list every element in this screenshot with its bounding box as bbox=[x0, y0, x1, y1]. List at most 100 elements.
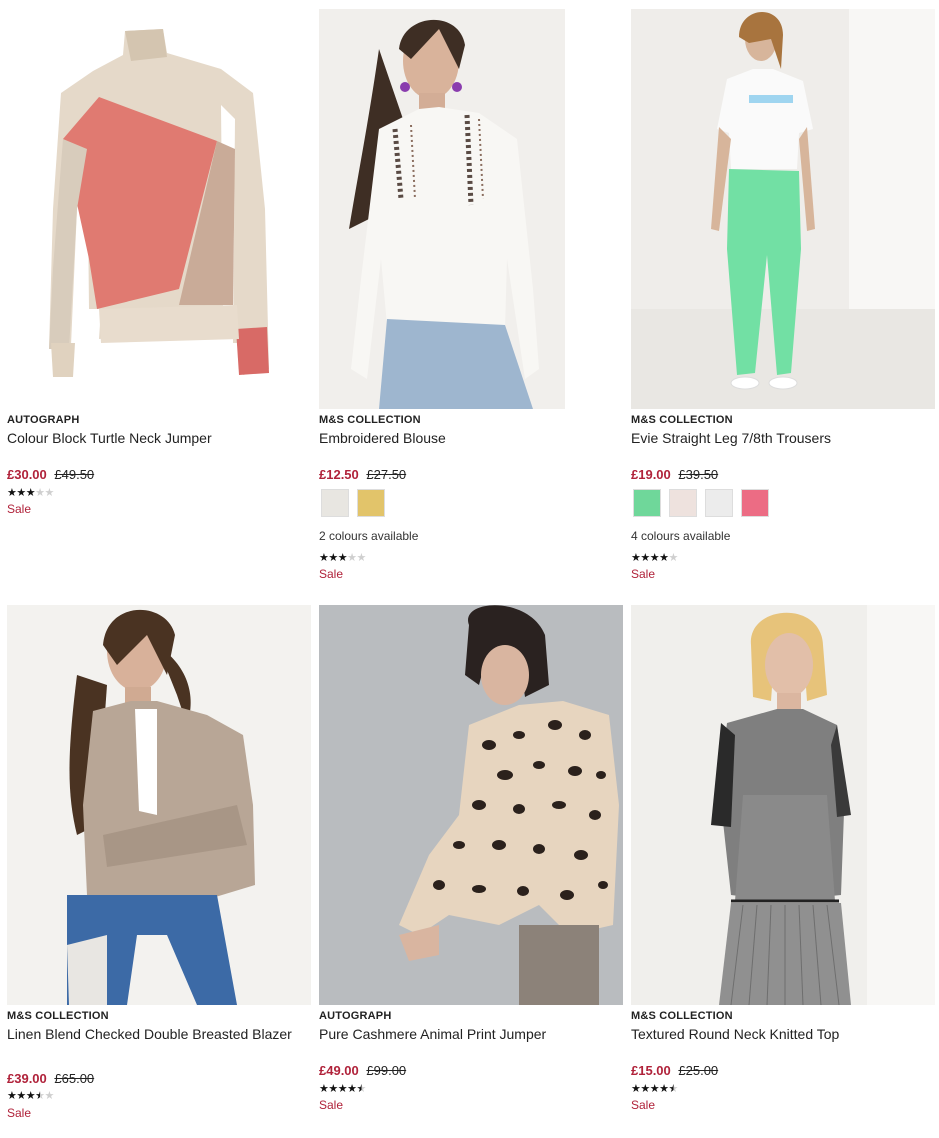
colour-swatch[interactable] bbox=[669, 489, 697, 517]
product-brand: AUTOGRAPH bbox=[7, 414, 80, 426]
checked-blazer-image bbox=[7, 605, 311, 1005]
star-half-icon: ★ bbox=[35, 1090, 45, 1102]
product-title[interactable]: Embroidered Blouse bbox=[319, 430, 619, 447]
price-was: £27.50 bbox=[366, 467, 407, 482]
star-filled-icon: ★ bbox=[631, 1083, 641, 1095]
product-card[interactable]: AUTOGRAPH Colour Block Turtle Neck Jumpe… bbox=[7, 9, 311, 529]
star-filled-icon: ★ bbox=[7, 487, 17, 499]
colours-available: 4 colours available bbox=[631, 529, 731, 543]
product-price: £49.00 £99.00 bbox=[319, 1063, 406, 1078]
sale-label: Sale bbox=[319, 567, 344, 581]
knitted-top-image bbox=[631, 605, 935, 1005]
price-now: £49.00 bbox=[319, 1063, 359, 1078]
colour-swatch[interactable] bbox=[705, 489, 733, 517]
star-half-icon: ★ bbox=[668, 1083, 679, 1095]
star-filled-icon: ★ bbox=[337, 552, 348, 564]
product-brand: M&S COLLECTION bbox=[631, 414, 733, 426]
rating-stars: ★★★★★ bbox=[7, 488, 54, 499]
price-now: £30.00 bbox=[7, 467, 47, 482]
colour-swatch[interactable] bbox=[633, 489, 661, 517]
colours-available: 2 colours available bbox=[319, 529, 419, 543]
star-filled-icon: ★ bbox=[319, 552, 329, 564]
star-filled-icon: ★ bbox=[640, 1083, 650, 1095]
star-filled-icon: ★ bbox=[16, 487, 26, 499]
sale-label: Sale bbox=[7, 502, 32, 516]
star-filled-icon: ★ bbox=[631, 552, 641, 564]
product-image[interactable] bbox=[631, 605, 935, 1005]
product-brand: AUTOGRAPH bbox=[319, 1010, 392, 1022]
price-was: £99.00 bbox=[366, 1063, 407, 1078]
colour-swatches bbox=[633, 489, 777, 519]
product-price: £12.50 £27.50 bbox=[319, 467, 406, 482]
colour-block-jumper-image bbox=[7, 9, 311, 409]
colour-swatch[interactable] bbox=[321, 489, 349, 517]
product-image[interactable] bbox=[319, 9, 623, 409]
product-price: £15.00 £25.00 bbox=[631, 1063, 718, 1078]
star-filled-icon: ★ bbox=[16, 1090, 26, 1102]
star-empty-icon: ★ bbox=[44, 487, 55, 499]
star-filled-icon: ★ bbox=[337, 1083, 348, 1095]
rating-stars: ★★★★★ bbox=[319, 1084, 366, 1095]
star-filled-icon: ★ bbox=[649, 552, 660, 564]
rating-stars: ★★★★★ bbox=[319, 553, 366, 564]
rating-stars: ★★★★★ bbox=[631, 1084, 678, 1095]
product-price: £30.00 £49.50 bbox=[7, 467, 94, 482]
product-card[interactable]: M&S COLLECTION Evie Straight Leg 7/8th T… bbox=[631, 9, 935, 589]
star-filled-icon: ★ bbox=[659, 1083, 669, 1095]
colour-swatch[interactable] bbox=[357, 489, 385, 517]
price-was: £39.50 bbox=[678, 467, 719, 482]
product-title[interactable]: Colour Block Turtle Neck Jumper bbox=[7, 430, 307, 447]
star-filled-icon: ★ bbox=[328, 552, 338, 564]
sale-label: Sale bbox=[7, 1106, 32, 1120]
star-empty-icon: ★ bbox=[347, 552, 357, 564]
product-card[interactable]: M&S COLLECTION Embroidered Blouse £12.50… bbox=[319, 9, 623, 589]
star-filled-icon: ★ bbox=[328, 1083, 338, 1095]
star-filled-icon: ★ bbox=[659, 552, 669, 564]
product-price: £19.00 £39.50 bbox=[631, 467, 718, 482]
sale-label: Sale bbox=[631, 567, 656, 581]
price-now: £19.00 bbox=[631, 467, 671, 482]
star-empty-icon: ★ bbox=[356, 552, 367, 564]
product-brand: M&S COLLECTION bbox=[631, 1010, 733, 1022]
star-filled-icon: ★ bbox=[25, 487, 36, 499]
embroidered-blouse-image bbox=[319, 9, 623, 409]
price-was: £25.00 bbox=[678, 1063, 719, 1078]
colour-swatch[interactable] bbox=[741, 489, 769, 517]
colour-swatches bbox=[321, 489, 393, 519]
product-brand: M&S COLLECTION bbox=[319, 414, 421, 426]
product-title[interactable]: Textured Round Neck Knitted Top bbox=[631, 1026, 931, 1043]
star-filled-icon: ★ bbox=[7, 1090, 17, 1102]
rating-stars: ★★★★★ bbox=[631, 553, 678, 564]
price-now: £39.00 bbox=[7, 1071, 47, 1086]
product-image[interactable] bbox=[631, 9, 935, 409]
product-price: £39.00 £65.00 bbox=[7, 1071, 94, 1086]
product-title[interactable]: Linen Blend Checked Double Breasted Blaz… bbox=[7, 1026, 307, 1043]
price-now: £12.50 bbox=[319, 467, 359, 482]
product-image[interactable] bbox=[7, 9, 311, 409]
product-title[interactable]: Pure Cashmere Animal Print Jumper bbox=[319, 1026, 619, 1043]
rating-stars: ★★★★★ bbox=[7, 1091, 54, 1102]
animal-print-jumper-image bbox=[319, 605, 623, 1005]
sale-label: Sale bbox=[319, 1098, 344, 1112]
star-filled-icon: ★ bbox=[649, 1083, 660, 1095]
price-was: £65.00 bbox=[54, 1071, 95, 1086]
product-card[interactable]: M&S COLLECTION Linen Blend Checked Doubl… bbox=[7, 605, 311, 1125]
product-image[interactable] bbox=[319, 605, 623, 1005]
star-filled-icon: ★ bbox=[25, 1090, 36, 1102]
star-half-icon: ★ bbox=[356, 1083, 367, 1095]
product-brand: M&S COLLECTION bbox=[7, 1010, 109, 1022]
product-title[interactable]: Evie Straight Leg 7/8th Trousers bbox=[631, 430, 931, 447]
star-filled-icon: ★ bbox=[319, 1083, 329, 1095]
star-filled-icon: ★ bbox=[347, 1083, 357, 1095]
star-empty-icon: ★ bbox=[668, 552, 679, 564]
green-trousers-image bbox=[631, 9, 935, 409]
product-card[interactable]: M&S COLLECTION Textured Round Neck Knitt… bbox=[631, 605, 935, 1125]
star-filled-icon: ★ bbox=[640, 552, 650, 564]
sale-label: Sale bbox=[631, 1098, 656, 1112]
price-now: £15.00 bbox=[631, 1063, 671, 1078]
product-image[interactable] bbox=[7, 605, 311, 1005]
price-was: £49.50 bbox=[54, 467, 95, 482]
star-empty-icon: ★ bbox=[35, 487, 45, 499]
star-empty-icon: ★ bbox=[44, 1090, 55, 1102]
product-card[interactable]: AUTOGRAPH Pure Cashmere Animal Print Jum… bbox=[319, 605, 623, 1125]
